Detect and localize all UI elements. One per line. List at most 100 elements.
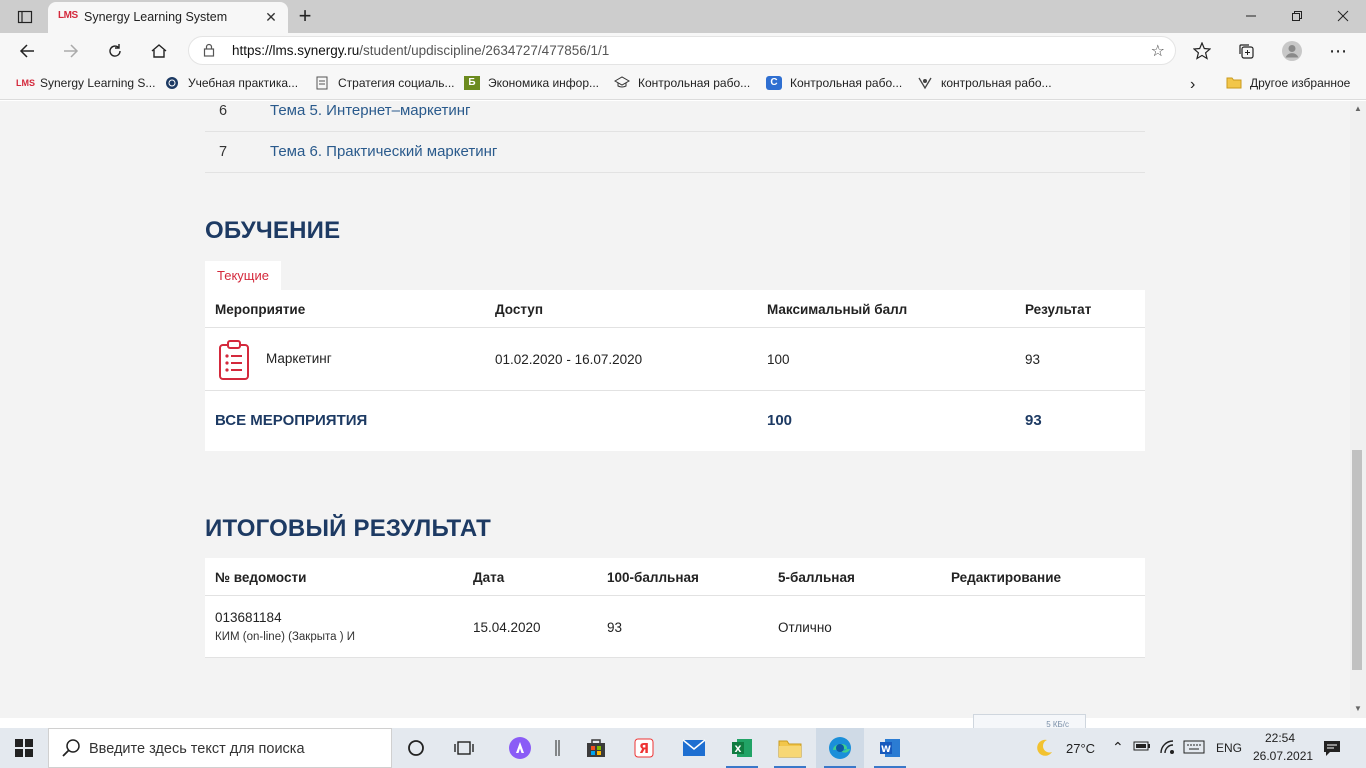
notifications-icon[interactable]: [1322, 739, 1342, 760]
clock-time[interactable]: 22:54: [1265, 731, 1295, 745]
taskbar: Введите здесь текст для поиска Я X W 27°…: [0, 728, 1366, 768]
refresh-icon[interactable]: [100, 36, 130, 66]
final-date: 15.04.2020: [473, 620, 541, 635]
weather-temp[interactable]: 27°C: [1066, 741, 1095, 756]
store-icon[interactable]: [572, 728, 620, 768]
bookmarks-bar: LMS Synergy Learning S... Учебная практик…: [0, 69, 1366, 100]
folder-icon: [1226, 76, 1242, 90]
divider: [205, 390, 1145, 391]
final-table: № ведомости Дата 100-балльная 5-балльная…: [205, 558, 1145, 658]
final-score100: 93: [607, 620, 623, 635]
header-access: Доступ: [495, 302, 543, 317]
summary-max-score: 100: [767, 412, 793, 429]
training-table: Мероприятие Доступ Максимальный балл Рез…: [205, 290, 1145, 451]
header-date: Дата: [473, 570, 505, 585]
topic-link[interactable]: Тема 5. Интернет–маркетинг: [270, 102, 471, 119]
event-result: 93: [1025, 352, 1041, 367]
windows-start-icon[interactable]: [0, 728, 48, 768]
other-favorites-folder[interactable]: Другое избранное: [1226, 76, 1350, 90]
event-name[interactable]: Маркетинг: [266, 351, 332, 366]
add-favorite-icon[interactable]: ☆: [1151, 41, 1165, 61]
divider: [205, 327, 1145, 328]
bookmark-item[interactable]: Б Экономика инфор...: [464, 76, 599, 90]
topic-number: 7: [219, 144, 228, 160]
close-tab-icon[interactable]: ✕: [262, 8, 280, 26]
search-placeholder: Введите здесь текст для поиска: [89, 741, 305, 757]
bookmark-item[interactable]: LMS Synergy Learning S...: [16, 76, 155, 90]
taskbar-search-input[interactable]: Введите здесь текст для поиска: [48, 728, 392, 768]
edge-browser-icon[interactable]: [816, 728, 864, 768]
cap-icon: [613, 76, 631, 90]
browser-tab[interactable]: LMS Synergy Learning System ✕: [48, 2, 288, 33]
divider: [205, 657, 1145, 658]
statement-number: 013681184: [215, 610, 282, 625]
weather-moon-icon[interactable]: [1022, 728, 1066, 768]
close-window-icon[interactable]: [1320, 0, 1366, 31]
yandex-browser-icon[interactable]: Я: [620, 728, 668, 768]
summary-result: 93: [1025, 412, 1042, 429]
header-edit: Редактирование: [951, 570, 1062, 585]
page-content: 6 Тема 5. Интернет–маркетинг 7 Тема 6. П…: [0, 101, 1350, 718]
document-icon: [314, 76, 330, 90]
header-score5: 5-балльная: [778, 570, 855, 585]
minimize-icon[interactable]: [1228, 0, 1274, 31]
bookmark-item[interactable]: Стратегия социаль...: [314, 76, 455, 90]
bookmark-item[interactable]: Учебная практика...: [164, 76, 298, 90]
profile-avatar-icon[interactable]: [1277, 36, 1307, 66]
scroll-down-icon[interactable]: ▼: [1354, 704, 1362, 713]
excel-icon[interactable]: X: [718, 728, 766, 768]
c-icon: C: [766, 76, 782, 90]
globe-icon: [164, 76, 180, 90]
clock-date[interactable]: 26.07.2021: [1253, 749, 1313, 763]
final-score5: Отлично: [778, 620, 832, 635]
topic-row: 6 Тема 5. Интернет–маркетинг: [205, 101, 1145, 132]
restore-icon[interactable]: [1274, 0, 1320, 31]
tab-strip: LMS Synergy Learning System ✕ +: [0, 0, 1366, 33]
cortana-icon[interactable]: [392, 728, 440, 768]
bookmark-item[interactable]: Контрольная рабо...: [613, 76, 750, 90]
language-indicator[interactable]: ENG: [1216, 741, 1242, 755]
file-explorer-icon[interactable]: [766, 728, 814, 768]
bookmarks-overflow-icon[interactable]: ›: [1190, 76, 1195, 94]
final-section-title: ИТОГОВЫЙ РЕЗУЛЬТАТ: [205, 515, 492, 542]
page-scrollbar[interactable]: ▲ ▼: [1350, 101, 1366, 718]
bookmark-item[interactable]: контрольная рабо...: [917, 76, 1052, 90]
task-view-icon[interactable]: [440, 728, 488, 768]
word-icon[interactable]: W: [866, 728, 914, 768]
scroll-up-icon[interactable]: ▲: [1354, 104, 1362, 113]
header-score100: 100-балльная: [607, 570, 699, 585]
statement-subtitle: КИМ (on-line) (Закрыта ) И: [215, 631, 355, 643]
search-icon: [61, 738, 81, 763]
svg-text:X: X: [735, 745, 742, 755]
forward-icon[interactable]: [56, 36, 86, 66]
tab-current[interactable]: Текущие: [205, 261, 281, 290]
collections-icon[interactable]: [1231, 36, 1261, 66]
back-icon[interactable]: [12, 36, 42, 66]
wifi-icon[interactable]: [1159, 739, 1177, 758]
header-statement: № ведомости: [215, 570, 307, 585]
favorites-icon[interactable]: [1187, 36, 1217, 66]
header-max-score: Максимальный балл: [767, 302, 908, 317]
svg-text:W: W: [881, 745, 891, 755]
keyboard-icon[interactable]: [1183, 740, 1205, 757]
header-event: Мероприятие: [215, 302, 306, 317]
home-icon[interactable]: [144, 36, 174, 66]
tab-actions-icon[interactable]: [8, 4, 42, 30]
new-tab-icon[interactable]: +: [294, 3, 316, 28]
header-result: Результат: [1025, 302, 1092, 317]
network-speed-widget: 5 КБ/с: [973, 714, 1086, 728]
mail-icon[interactable]: [670, 728, 718, 768]
topic-link[interactable]: Тема 6. Практический маркетинг: [270, 143, 497, 160]
battery-icon[interactable]: [1133, 739, 1151, 756]
lms-icon: LMS: [16, 78, 35, 88]
lock-icon[interactable]: [203, 43, 215, 62]
clipboard-icon[interactable]: [217, 339, 251, 386]
svg-text:Я: Я: [639, 742, 649, 757]
bookmark-item[interactable]: C Контрольная рабо...: [766, 76, 902, 90]
more-menu-icon[interactable]: ⋯: [1323, 36, 1353, 66]
training-section-title: ОБУЧЕНИЕ: [205, 217, 341, 244]
scroll-thumb[interactable]: [1352, 450, 1362, 670]
event-max-score: 100: [767, 352, 790, 367]
tray-chevron-icon[interactable]: ⌃: [1112, 739, 1124, 756]
address-bar[interactable]: https://lms.synergy.ru/student/updiscipl…: [188, 36, 1176, 65]
